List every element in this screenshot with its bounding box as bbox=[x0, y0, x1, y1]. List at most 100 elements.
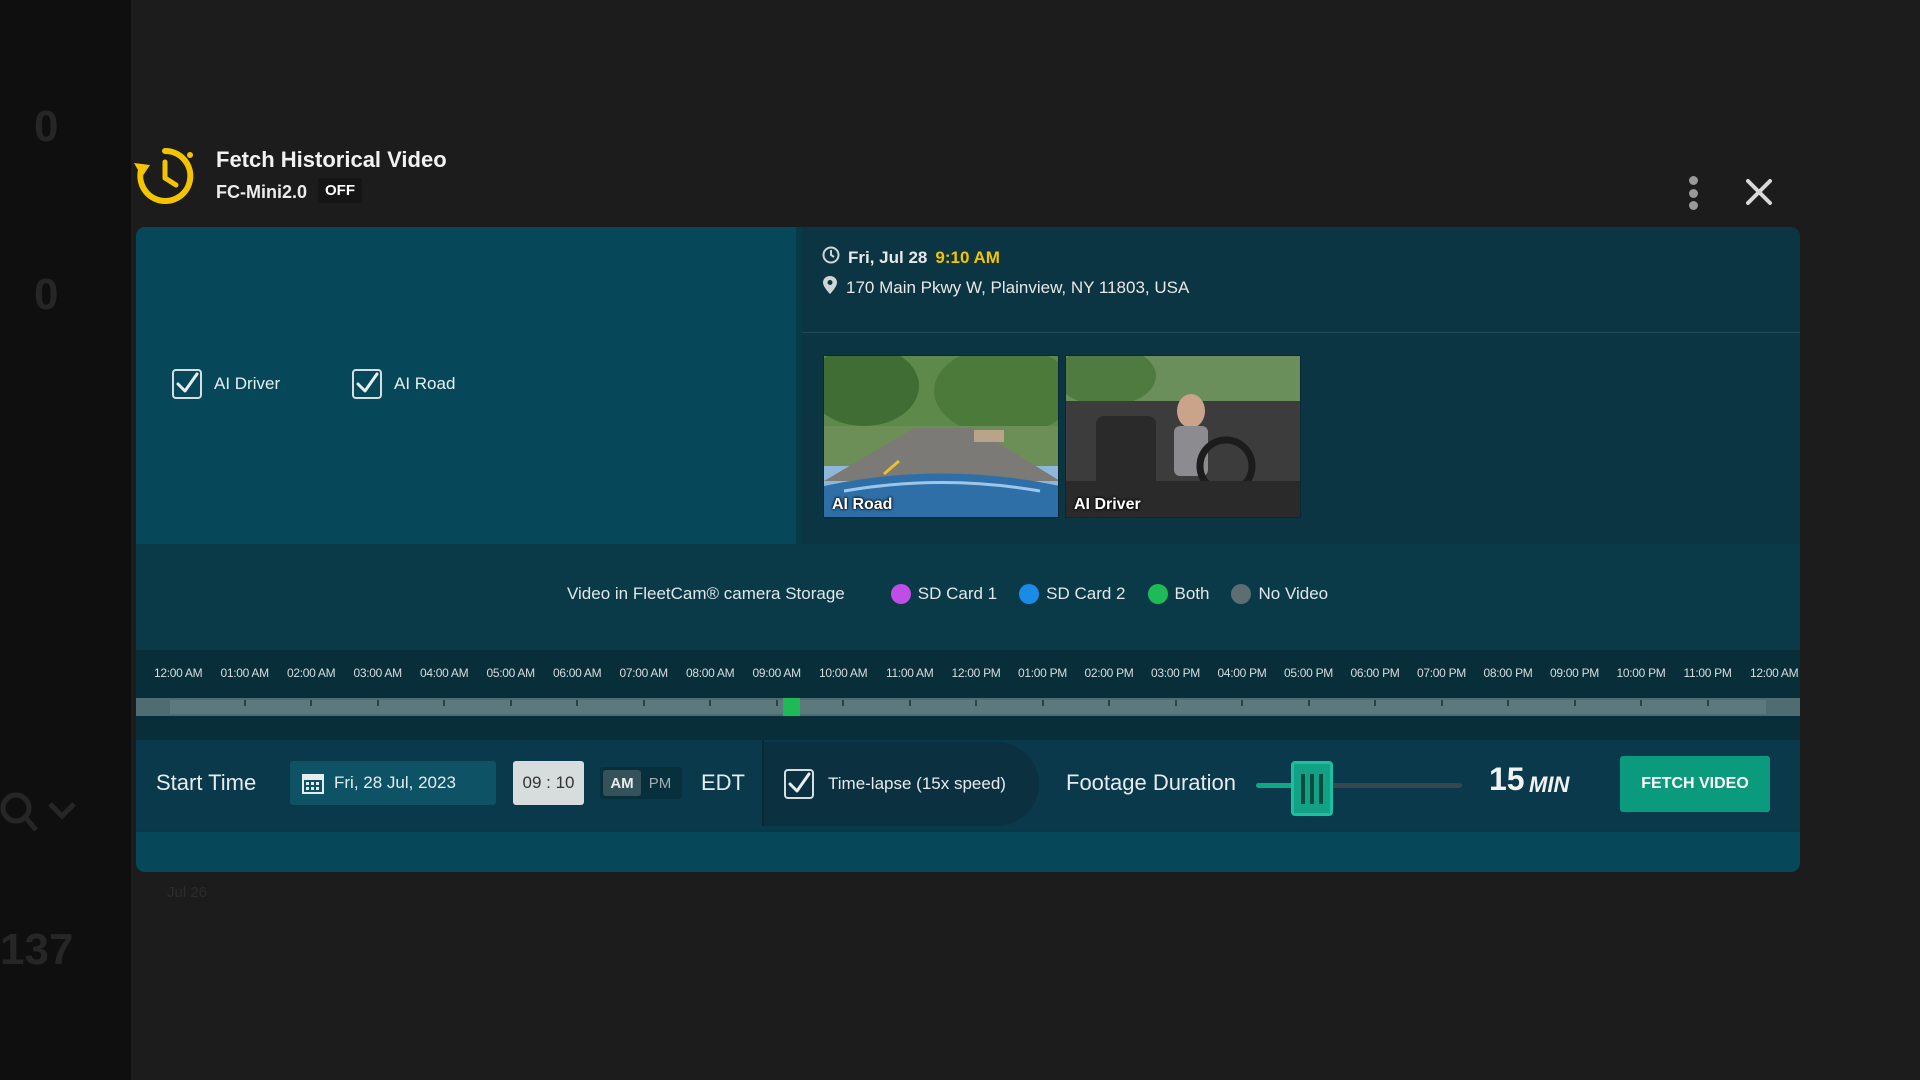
timeline-hour-label: 05:00 PM bbox=[1284, 666, 1333, 680]
storage-legend: Video in FleetCam® camera Storage SD Car… bbox=[567, 584, 1350, 604]
timeline-hour-label: 09:00 PM bbox=[1550, 666, 1599, 680]
timeline-tick bbox=[775, 700, 778, 706]
checkbox-checked-icon bbox=[784, 769, 814, 799]
timezone-label: EDT bbox=[701, 770, 745, 795]
timeline-tick bbox=[1573, 700, 1576, 706]
pm-option[interactable]: PM bbox=[641, 770, 679, 796]
slider-handle[interactable] bbox=[1290, 761, 1333, 816]
legend-dot bbox=[1147, 584, 1168, 604]
timeline-tick bbox=[1174, 700, 1177, 706]
date-value: Fri, 28 Jul, 2023 bbox=[334, 773, 456, 792]
legend-label: SD Card 2 bbox=[1046, 584, 1126, 603]
date-picker-field[interactable]: Fri, 28 Jul, 2023 bbox=[290, 761, 496, 805]
fetch-video-button[interactable]: FETCH VIDEO bbox=[1620, 756, 1770, 812]
timeline-hour-label: 11:00 AM bbox=[886, 666, 934, 680]
timeline-tick bbox=[376, 700, 379, 706]
ai-road-checkbox[interactable]: AI Road bbox=[352, 369, 455, 399]
info-time: 9:10 AM bbox=[935, 247, 1000, 267]
legend-item-both: Both bbox=[1147, 584, 1209, 604]
timeline-tick bbox=[243, 700, 246, 706]
legend-dot bbox=[1019, 584, 1040, 604]
timeline-tick bbox=[443, 700, 445, 706]
legend-item-no-video: No Video bbox=[1231, 584, 1328, 604]
timeline-hour-label: 02:00 AM bbox=[287, 666, 336, 680]
background-search-icon bbox=[0, 786, 90, 847]
timeline-hour-label: 09:00 AM bbox=[752, 666, 802, 680]
timeline-hour-label: 01:00 AM bbox=[220, 666, 270, 680]
timeline-labels: 12:00 AM 01:00 AM 02:00 AM 03:00 AM 04:00 AM… bbox=[136, 666, 1800, 686]
device-name: FC-Mini2.0 bbox=[216, 182, 308, 202]
calendar-icon bbox=[302, 774, 324, 794]
timeline-hour-label: 10:00 PM bbox=[1616, 666, 1666, 680]
timeline-tick bbox=[1241, 700, 1243, 706]
driver-camera-image bbox=[1066, 356, 1300, 517]
timeline-hour-label: 02:00 PM bbox=[1084, 666, 1134, 680]
timeline-tick bbox=[1108, 700, 1110, 706]
timeline-hour-label: 06:00 AM bbox=[553, 666, 602, 680]
timeline-hour-label: 04:00 PM bbox=[1217, 666, 1267, 680]
timeline-tick bbox=[576, 700, 578, 706]
timeline-hour-label: 06:00 PM bbox=[1350, 666, 1400, 680]
timeline-tick bbox=[1440, 700, 1443, 706]
legend-dot bbox=[890, 584, 911, 604]
timeline-hour-label: 08:00 AM bbox=[686, 666, 735, 680]
timeline-tick bbox=[1041, 700, 1044, 706]
start-time-label: Start Time bbox=[156, 770, 257, 795]
thumbnail-ai-road[interactable]: AI Road bbox=[823, 355, 1059, 518]
thumbnail-label: AI Driver bbox=[1074, 496, 1141, 513]
info-date: Fri, Jul 28 bbox=[848, 247, 928, 267]
timeline-tick bbox=[1374, 700, 1376, 706]
address-line: 170 Main Pkwy W, Plainview, NY 11803, US… bbox=[822, 275, 1189, 300]
timeline-tick bbox=[908, 700, 911, 706]
kebab-menu-icon[interactable] bbox=[1685, 176, 1701, 210]
timelapse-checkbox[interactable]: Time-lapse (15x speed) bbox=[764, 742, 1039, 826]
timeline-hour-label: 07:00 AM bbox=[619, 666, 669, 680]
close-icon[interactable] bbox=[1739, 172, 1779, 212]
thumbnail-label: AI Road bbox=[832, 496, 893, 513]
timeline-hour-label: 03:00 PM bbox=[1151, 666, 1200, 680]
timeline[interactable]: 12:00 AM 01:00 AM 02:00 AM 03:00 AM 04:00 AM… bbox=[136, 650, 1800, 740]
timeline-tick bbox=[310, 700, 312, 706]
timeline-hour-label: 12:00 AM bbox=[154, 666, 203, 680]
am-pm-toggle: AM PM bbox=[600, 767, 682, 799]
am-option[interactable]: AM bbox=[603, 770, 641, 796]
legend-dot bbox=[1231, 584, 1252, 604]
ai-driver-checkbox[interactable]: AI Driver bbox=[172, 369, 280, 399]
timeline-tick bbox=[1640, 700, 1642, 706]
background-counter: 0 bbox=[34, 270, 59, 319]
dialog-bottom-strip bbox=[136, 832, 1800, 872]
background-counter: 0 bbox=[34, 102, 59, 151]
timeline-hour-label: 01:00 PM bbox=[1018, 666, 1067, 680]
ai-driver-label: AI Driver bbox=[214, 374, 281, 393]
footage-duration-slider[interactable] bbox=[1256, 750, 1466, 820]
timeline-hour-label: 12:00 PM bbox=[951, 666, 1001, 680]
timeline-hour-label: 04:00 AM bbox=[420, 666, 469, 680]
timeline-tick bbox=[642, 700, 645, 706]
checkbox-checked-icon bbox=[172, 369, 202, 399]
fetch-historical-video-dialog: Fetch Historical Video FC-Mini2.0 OFF AI… bbox=[134, 140, 1800, 872]
timeline-video-segment[interactable] bbox=[783, 698, 800, 716]
info-address: 170 Main Pkwy W, Plainview, NY 11803, US… bbox=[846, 277, 1190, 297]
background-sidebar bbox=[0, 0, 131, 1080]
duration-unit: MIN bbox=[1529, 772, 1570, 797]
timeline-hour-label: 08:00 PM bbox=[1483, 666, 1533, 680]
storage-legend-bar: Video in FleetCam® camera Storage SD Car… bbox=[136, 544, 1800, 649]
time-input[interactable]: 09 : 10 bbox=[513, 761, 584, 805]
timeline-tick bbox=[1507, 700, 1509, 706]
history-clock-icon bbox=[134, 145, 196, 207]
device-status-badge: OFF bbox=[318, 178, 362, 203]
checkbox-checked-icon bbox=[352, 369, 382, 399]
dialog-panel: AI Driver AI Road Fri, Jul 28 9:10 AM 17… bbox=[136, 227, 1800, 872]
timeline-hour-label: 05:00 AM bbox=[486, 666, 536, 680]
timeline-track[interactable] bbox=[136, 698, 1800, 716]
video-info-area: Fri, Jul 28 9:10 AM 170 Main Pkwy W, Pla… bbox=[802, 227, 1800, 544]
footage-duration-label: Footage Duration bbox=[1066, 770, 1236, 795]
thumbnail-ai-driver[interactable]: AI Driver bbox=[1065, 355, 1301, 518]
timeline-hour-label: 11:00 PM bbox=[1683, 666, 1732, 680]
fetch-controls: Start Time Fri, 28 Jul, 2023 09 : 10 AM … bbox=[136, 740, 1800, 830]
clock-icon bbox=[822, 246, 840, 269]
ai-road-label: AI Road bbox=[394, 374, 456, 393]
timeline-hour-label: 10:00 AM bbox=[819, 666, 868, 680]
dialog-title: Fetch Historical Video bbox=[216, 147, 447, 172]
background-number: 137 bbox=[0, 925, 74, 974]
